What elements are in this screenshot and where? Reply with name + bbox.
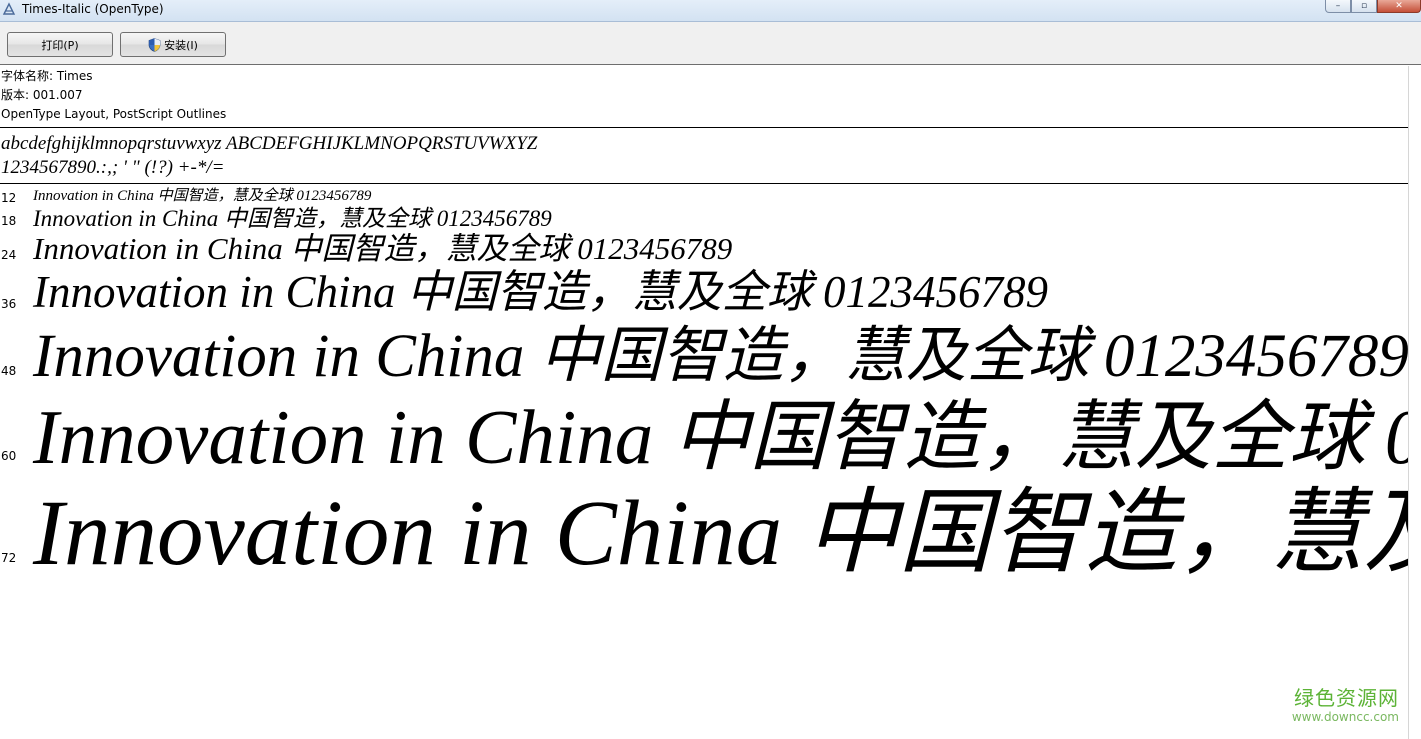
minimize-icon: – xyxy=(1335,1,1341,11)
size-label-72: 72 xyxy=(1,551,17,565)
charset-digits-symbols: 1234567890.:,; ' " (!?) +-*/= xyxy=(1,157,225,178)
close-icon: ✕ xyxy=(1395,1,1403,11)
sample-text-48: Innovation in China 中国智造，慧及全球 0123456789 xyxy=(33,323,1408,390)
maximize-button[interactable]: ▫ xyxy=(1351,0,1377,13)
font-name: 字体名称: Times xyxy=(1,69,93,83)
toolbar: 打印(P) 安装(I) xyxy=(0,22,1421,65)
size-label-60: 60 xyxy=(1,449,17,463)
sample-text-12: Innovation in China 中国智造，慧及全球 0123456789 xyxy=(33,188,372,204)
maximize-icon: ▫ xyxy=(1360,1,1368,11)
print-button-label: 打印(P) xyxy=(41,38,79,52)
size-samples: 12 Innovation in China 中国智造，慧及全球 0123456… xyxy=(0,184,1408,739)
size-label-12: 12 xyxy=(1,191,17,205)
size-label-18: 18 xyxy=(1,214,17,228)
title-bar[interactable]: Times-Italic (OpenType) – ▫ ✕ xyxy=(0,0,1421,22)
font-version: 版本: 001.007 xyxy=(1,88,83,102)
vertical-scrollbar[interactable] xyxy=(1408,66,1421,739)
font-viewer-window: Times-Italic (OpenType) – ▫ ✕ 打印(P) 安装(I… xyxy=(0,0,1421,739)
divider-info xyxy=(0,127,1408,128)
close-button[interactable]: ✕ xyxy=(1377,0,1421,13)
install-button-label: 安装(I) xyxy=(164,38,198,52)
print-button[interactable]: 打印(P) xyxy=(7,32,113,57)
sample-text-36: Innovation in China 中国智造，慧及全球 0123456789 xyxy=(33,267,1048,317)
font-info: 字体名称: Times 版本: 001.007 OpenType Layout,… xyxy=(1,67,226,124)
sample-text-72: Innovation in China 中国智造，慧及全球 0123456789 xyxy=(33,482,1408,585)
sample-text-18: Innovation in China 中国智造，慧及全球 0123456789 xyxy=(33,206,552,231)
window-title: Times-Italic (OpenType) xyxy=(22,2,164,16)
size-label-24: 24 xyxy=(1,248,17,262)
size-label-36: 36 xyxy=(1,297,17,311)
charset-sample: abcdefghijklmnopqrstuvwxyz ABCDEFGHIJKLM… xyxy=(1,132,537,180)
uac-shield-icon xyxy=(148,37,161,52)
watermark-logo: 绿色资源网 xyxy=(1294,686,1399,710)
sample-text-60: Innovation in China 中国智造，慧及全球 0123456789 xyxy=(33,394,1408,480)
sample-text-24: Innovation in China 中国智造，慧及全球 0123456789 xyxy=(33,231,733,266)
font-format: OpenType Layout, PostScript Outlines xyxy=(1,107,227,121)
watermark-url: www.downcc.com xyxy=(1291,710,1399,724)
minimize-button[interactable]: – xyxy=(1325,0,1351,13)
font-app-icon xyxy=(2,2,16,16)
charset-letters: abcdefghijklmnopqrstuvwxyz ABCDEFGHIJKLM… xyxy=(1,133,538,154)
window-controls: – ▫ ✕ xyxy=(1325,0,1421,13)
size-label-48: 48 xyxy=(1,364,17,378)
install-button[interactable]: 安装(I) xyxy=(120,32,226,57)
watermark: 绿色资源网 www.downcc.com xyxy=(1292,686,1399,724)
